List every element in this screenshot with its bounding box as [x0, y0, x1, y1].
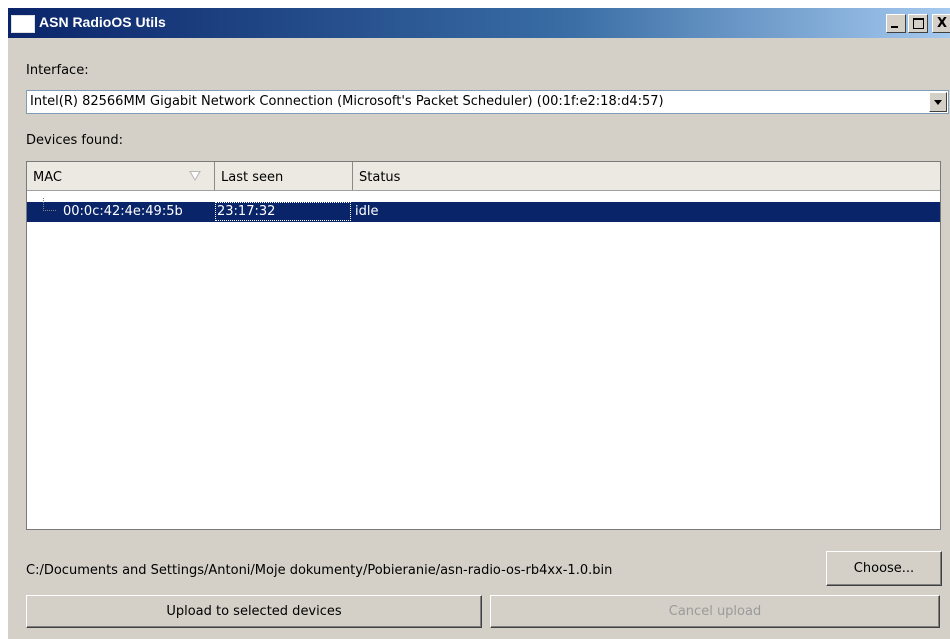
device-mac: 00:0c:42:4e:49:5b	[63, 204, 183, 219]
sort-descending-icon	[189, 171, 201, 181]
column-header-status[interactable]: Status	[353, 162, 940, 190]
column-header-last-seen-label: Last seen	[221, 170, 284, 185]
column-header-status-label: Status	[359, 170, 401, 185]
devices-label: Devices found:	[26, 133, 124, 148]
dropdown-arrow-icon[interactable]	[929, 92, 947, 112]
device-last-seen: 23:17:32	[217, 204, 276, 219]
device-status: idle	[355, 204, 379, 219]
app-icon	[11, 15, 35, 33]
devices-tree[interactable]: MAC Last seen Status 00:0c:42:4e:49:5b 2…	[26, 161, 941, 530]
minimize-button[interactable]	[886, 14, 906, 33]
devices-header: MAC Last seen Status	[27, 162, 940, 191]
cancel-upload-button: Cancel upload	[490, 595, 940, 628]
interface-selected-value: Intel(R) 82566MM Gigabit Network Connect…	[30, 94, 664, 109]
interface-label: Interface:	[26, 63, 89, 78]
column-header-mac[interactable]: MAC	[27, 162, 215, 190]
interface-select[interactable]: Intel(R) 82566MM Gigabit Network Connect…	[26, 90, 949, 114]
column-header-last-seen[interactable]: Last seen	[215, 162, 353, 190]
device-row[interactable]: 00:0c:42:4e:49:5b 23:17:32 idle	[27, 198, 940, 222]
title-bar[interactable]: ASN RadioOS Utils X	[8, 8, 950, 38]
close-icon: X	[937, 16, 948, 31]
upload-button[interactable]: Upload to selected devices	[26, 595, 482, 628]
firmware-file-path: C:/Documents and Settings/Antoni/Moje do…	[26, 563, 613, 578]
tree-branch-icon	[43, 198, 56, 211]
close-button[interactable]: X	[932, 14, 950, 33]
column-header-mac-label: MAC	[33, 170, 62, 185]
main-window: ASN RadioOS Utils X Interface: Intel(R) …	[8, 8, 950, 639]
window-title: ASN RadioOS Utils	[39, 14, 166, 30]
choose-file-button[interactable]: Choose...	[826, 551, 942, 586]
maximize-button[interactable]	[908, 14, 928, 33]
